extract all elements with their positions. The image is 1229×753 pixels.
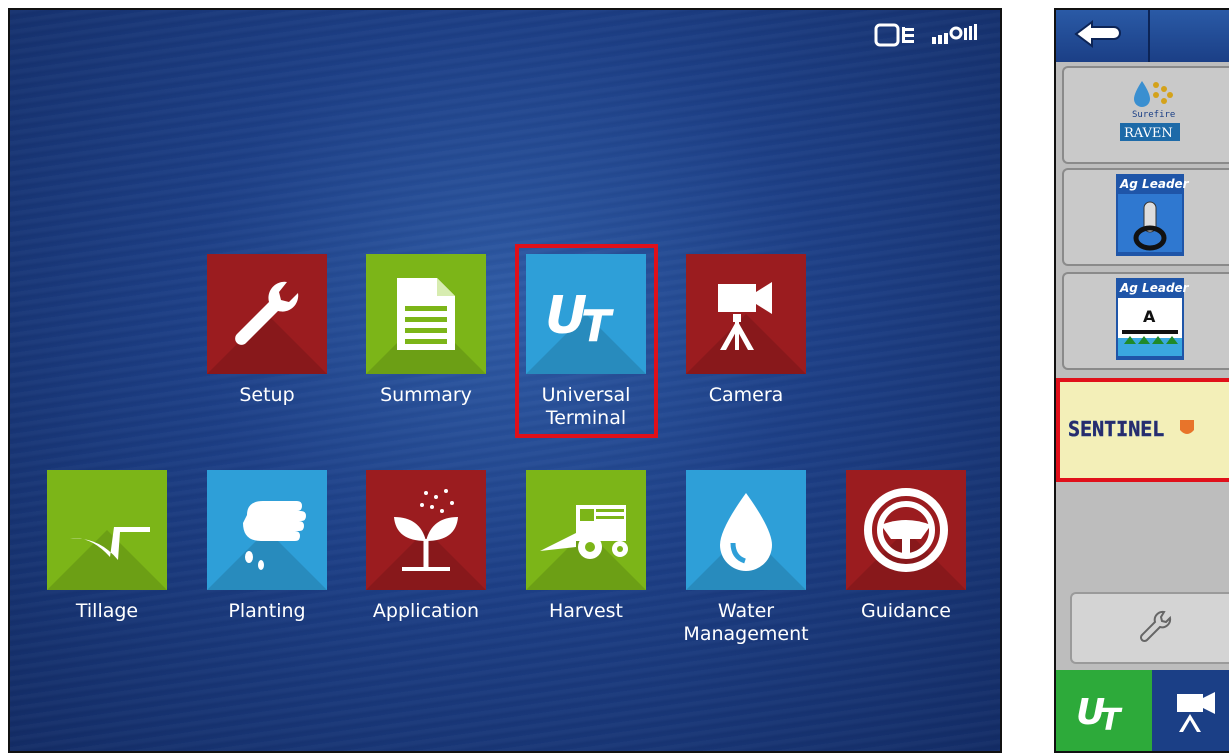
- tile-water-management[interactable]: Water Management: [683, 470, 809, 646]
- ag-leader-switch-icon: Ag Leader: [1110, 170, 1190, 264]
- plant-spray-icon: [366, 470, 486, 590]
- document-icon: [366, 254, 486, 374]
- surefire-raven-logo-icon: Surefire RAVEN: [1110, 73, 1190, 157]
- tile-label: Harvest: [548, 600, 624, 622]
- brand-text: Ag Leader: [1119, 281, 1190, 295]
- hand-seed-icon: [207, 470, 327, 590]
- tab-universal-terminal[interactable]: UT: [1056, 670, 1152, 751]
- ut-logo-icon: UT: [1074, 686, 1134, 740]
- highlight-sentinel: [1056, 378, 1229, 482]
- combine-icon: [526, 470, 646, 590]
- tile-setup[interactable]: Setup: [207, 254, 327, 407]
- camera-icon: [1171, 686, 1221, 740]
- tile-camera[interactable]: Camera: [686, 254, 806, 407]
- home-screen: Setup Summary UT Universal Terminal Came…: [8, 8, 1002, 753]
- tile-application[interactable]: Application: [366, 470, 486, 623]
- svg-text:T: T: [1100, 703, 1123, 736]
- tile-tillage[interactable]: Tillage: [47, 470, 167, 623]
- back-button[interactable]: [1056, 10, 1150, 62]
- tile-label: Planting: [228, 600, 306, 622]
- back-arrow-icon: [1072, 18, 1132, 54]
- ut-tool-button[interactable]: [1070, 592, 1229, 664]
- ag-leader-boom-icon: Ag Leader A: [1110, 274, 1190, 368]
- signal-strength-icon[interactable]: [930, 22, 980, 52]
- tile-guidance[interactable]: Guidance: [846, 470, 966, 623]
- ut-sidebar-panel: Surefire RAVEN Ag Leader Ag Leader A SENTI…: [1054, 8, 1229, 753]
- plow-icon: [47, 470, 167, 590]
- tile-harvest[interactable]: Harvest: [526, 470, 646, 623]
- camera-icon: [686, 254, 806, 374]
- panel-header: [1056, 10, 1229, 62]
- ut-item-ag-leader-boom[interactable]: Ag Leader A: [1062, 272, 1229, 370]
- water-drop-icon: [686, 470, 806, 590]
- svg-text:T: T: [581, 301, 614, 349]
- tile-label: Application: [372, 600, 480, 622]
- brand-text: Ag Leader: [1119, 177, 1190, 191]
- ut-item-surefire-raven[interactable]: Surefire RAVEN: [1062, 66, 1229, 164]
- status-bar: [874, 22, 980, 52]
- brand-sub-text: RAVEN: [1124, 126, 1173, 141]
- brand-text: Surefire: [1132, 110, 1175, 120]
- background-texture: [10, 10, 1000, 751]
- tile-label: Water Management: [683, 600, 809, 645]
- wrench-icon: [207, 254, 327, 374]
- tab-camera[interactable]: [1156, 670, 1229, 751]
- tile-planting[interactable]: Planting: [207, 470, 327, 623]
- tile-label: Setup: [239, 384, 295, 406]
- tile-label: Summary: [380, 384, 472, 406]
- tile-label: Camera: [708, 384, 784, 406]
- tile-label: Guidance: [861, 600, 951, 622]
- ut-item-ag-leader-switch[interactable]: Ag Leader: [1062, 168, 1229, 266]
- tile-label: Tillage: [75, 600, 139, 622]
- badge-text: A: [1143, 307, 1156, 326]
- steering-wheel-icon: [846, 470, 966, 590]
- display-status-icon[interactable]: [874, 22, 918, 52]
- tile-summary[interactable]: Summary: [366, 254, 486, 407]
- wrench-icon: [1136, 606, 1176, 650]
